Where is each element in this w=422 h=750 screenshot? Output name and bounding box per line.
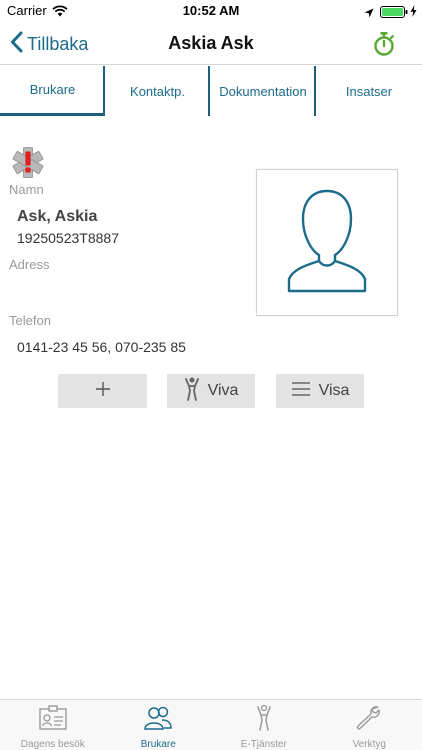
e-services-icon bbox=[249, 704, 279, 736]
tabbar-verktyg[interactable]: Verktyg bbox=[317, 700, 422, 750]
tabbar-label: Verktyg bbox=[352, 739, 386, 750]
wrench-icon bbox=[354, 705, 384, 736]
page-title: Askia Ask bbox=[168, 33, 254, 53]
charging-bolt-icon bbox=[410, 4, 417, 22]
navigation-bar: Tillbaka Askia Ask bbox=[0, 22, 422, 65]
tabbar-label: Brukare bbox=[140, 739, 176, 750]
tab-insatser[interactable]: Insatser bbox=[316, 66, 422, 116]
viva-label: Viva bbox=[207, 382, 239, 399]
visa-button[interactable]: Visa bbox=[276, 374, 364, 408]
tab-label: Insatser bbox=[345, 83, 393, 99]
users-icon bbox=[143, 705, 173, 736]
patient-name: Ask, Askia bbox=[17, 208, 98, 225]
status-bar: Carrier 10:52 AM bbox=[0, 0, 422, 22]
section-tabs: Brukare Kontaktp. Dokumentation Insatser bbox=[0, 66, 422, 116]
address-label: Adress bbox=[9, 257, 50, 272]
medical-alert-icon[interactable] bbox=[11, 146, 45, 184]
tabbar-label: E-Tjänster bbox=[240, 739, 287, 750]
tab-kontaktp[interactable]: Kontaktp. bbox=[105, 66, 210, 116]
person-icon bbox=[184, 377, 200, 406]
tab-label: Kontaktp. bbox=[130, 83, 185, 99]
id-card-icon bbox=[38, 705, 68, 736]
personnummer: 19250523T8887 bbox=[17, 230, 119, 246]
tab-dokumentation[interactable]: Dokumentation bbox=[210, 66, 316, 116]
user-silhouette-icon bbox=[279, 185, 375, 300]
tab-brukare[interactable]: Brukare bbox=[0, 66, 105, 116]
tabbar-label: Dagens besök bbox=[20, 739, 85, 750]
tabbar-e-tjanster[interactable]: E-Tjänster bbox=[211, 700, 317, 750]
timer-button[interactable] bbox=[372, 31, 396, 62]
battery-icon bbox=[380, 5, 408, 23]
patient-phone[interactable]: 0141-23 45 56, 070-235 85 bbox=[17, 339, 186, 355]
location-arrow-icon bbox=[364, 5, 374, 23]
phone-label: Telefon bbox=[9, 313, 51, 328]
add-button[interactable] bbox=[58, 374, 147, 408]
bottom-tab-bar: Dagens besök Brukare E-Tjänster Verktyg bbox=[0, 699, 422, 750]
viva-button[interactable]: Viva bbox=[167, 374, 255, 408]
tabbar-brukare[interactable]: Brukare bbox=[106, 700, 212, 750]
menu-icon bbox=[291, 381, 311, 402]
tabbar-dagens-besok[interactable]: Dagens besök bbox=[0, 700, 106, 750]
plus-icon bbox=[95, 381, 111, 402]
clock-time: 10:52 AM bbox=[182, 3, 240, 18]
visa-label: Visa bbox=[318, 382, 350, 399]
name-label: Namn bbox=[9, 182, 44, 197]
stopwatch-icon bbox=[372, 32, 396, 61]
tab-label: Brukare bbox=[29, 82, 76, 97]
tab-label: Dokumentation bbox=[219, 83, 307, 99]
patient-photo[interactable] bbox=[256, 169, 398, 316]
